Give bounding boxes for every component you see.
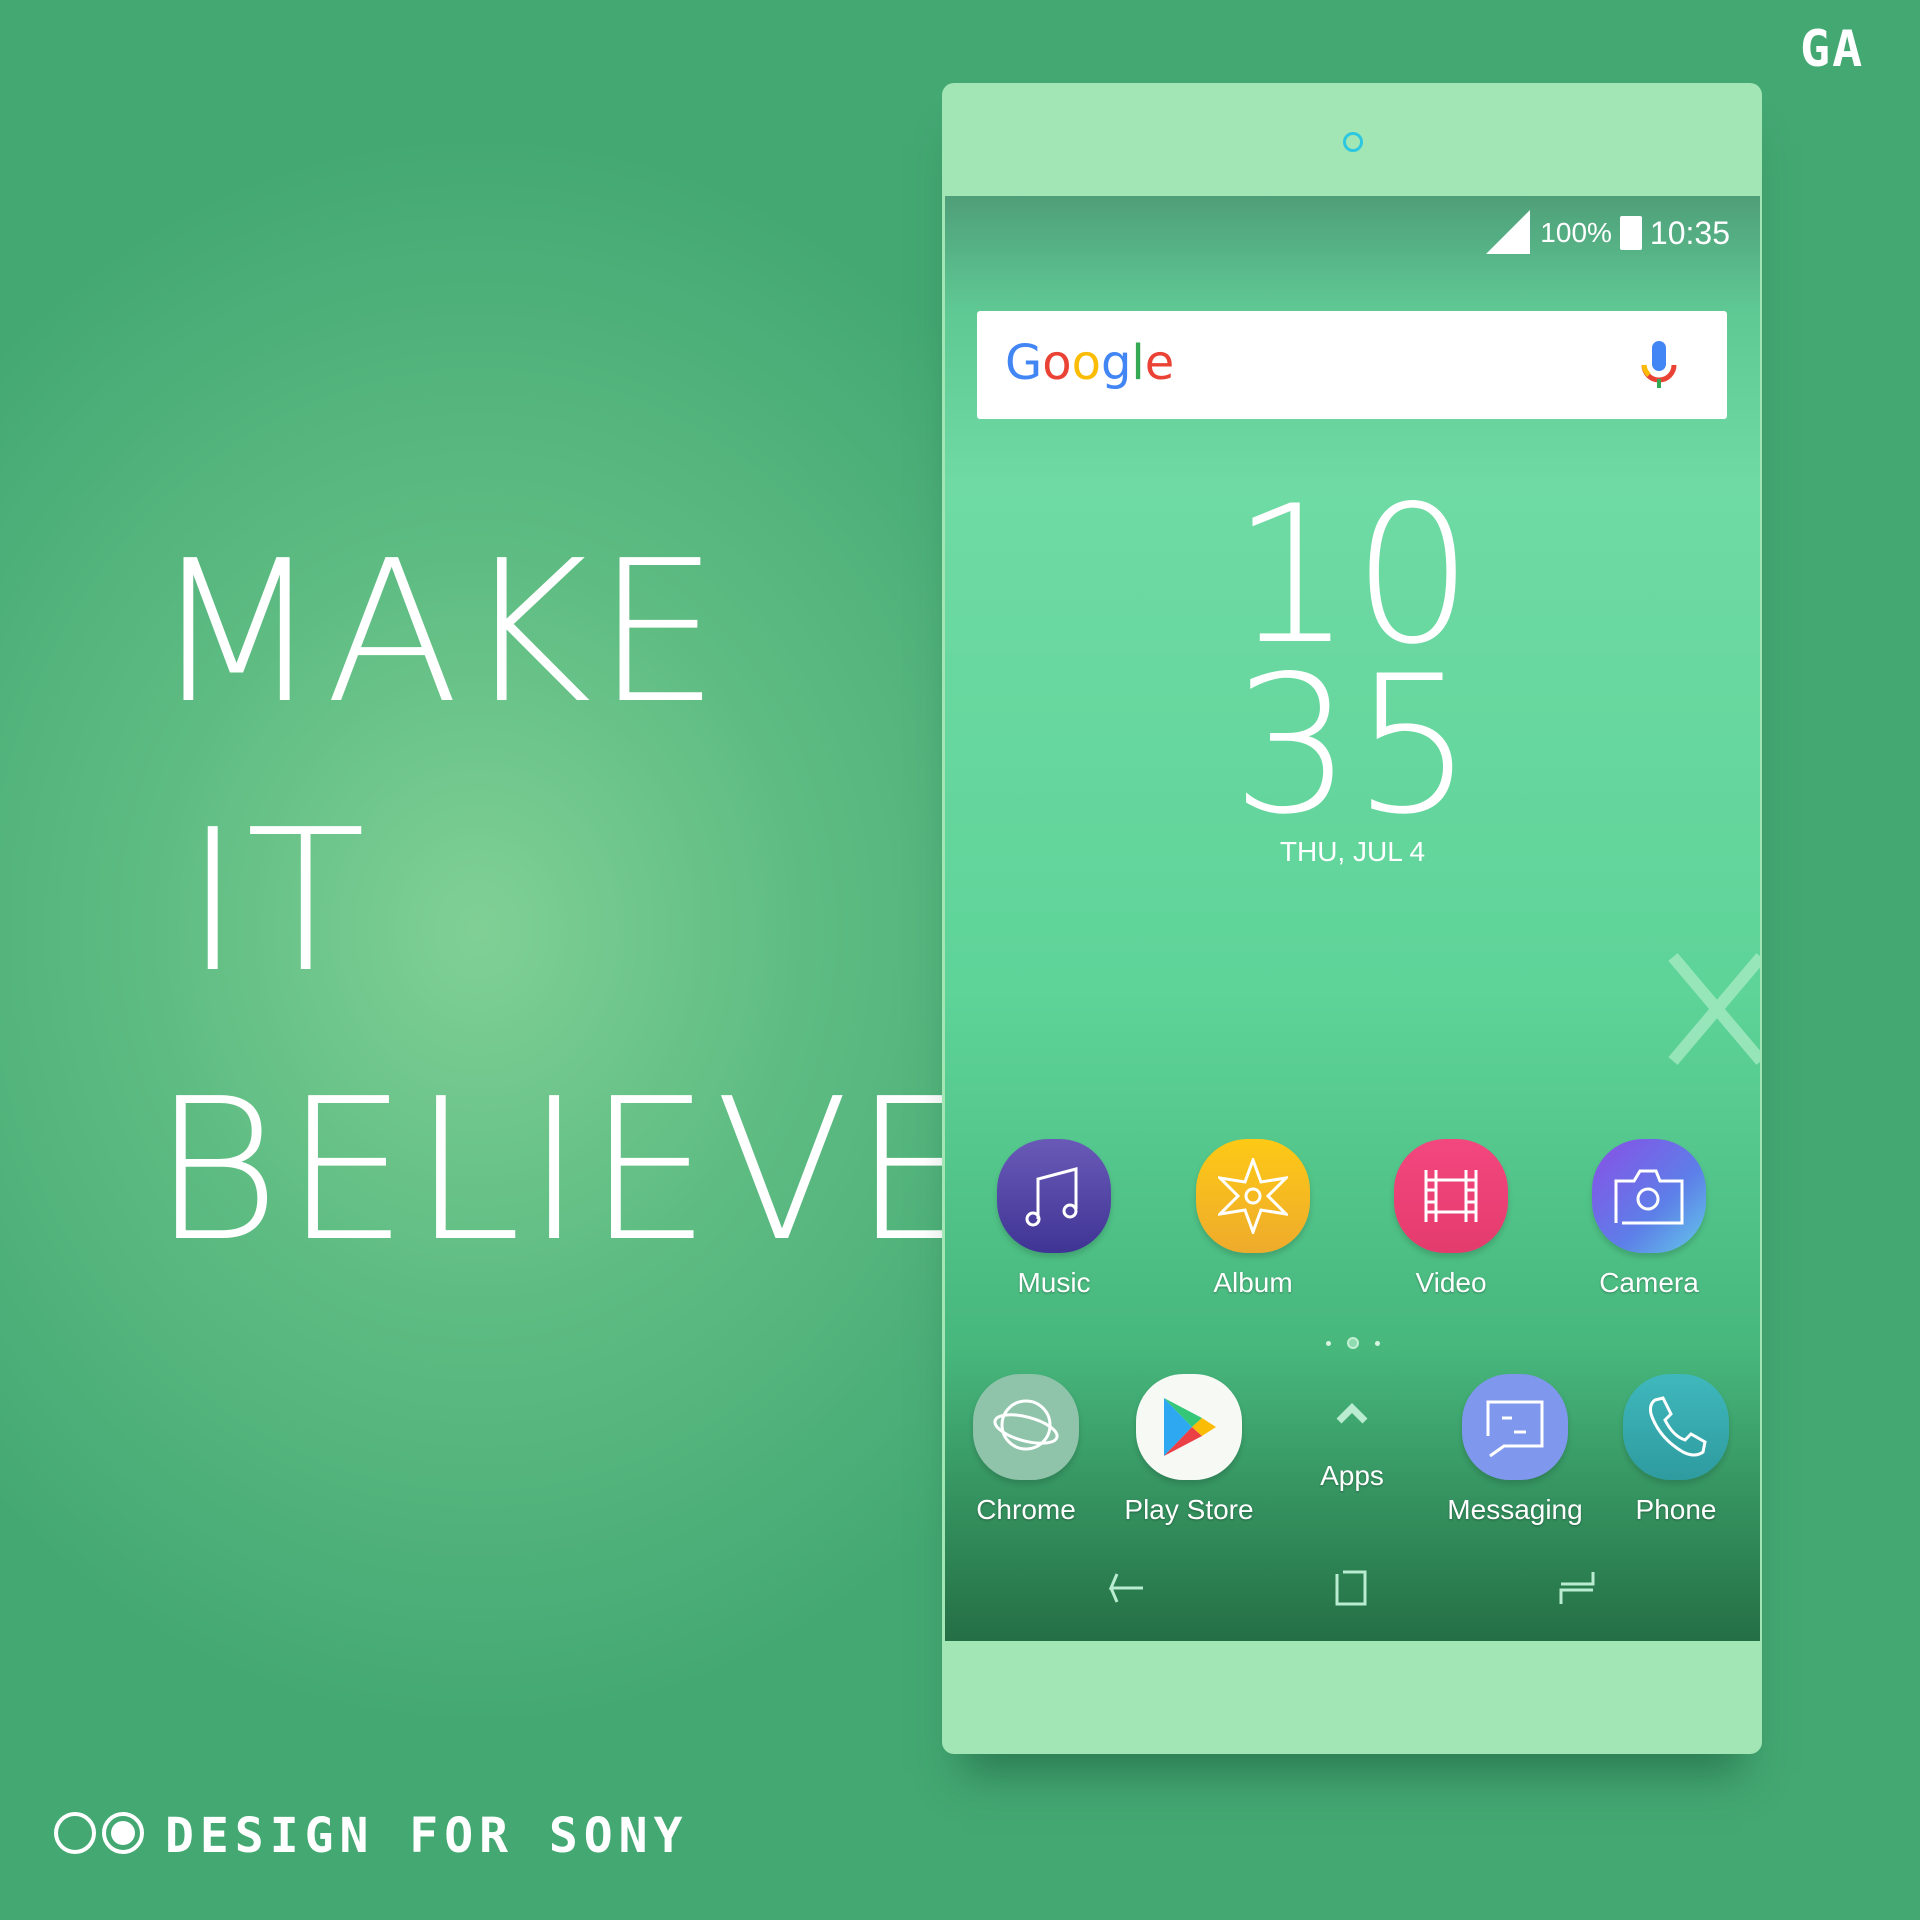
front-camera-icon	[1343, 132, 1363, 152]
app-messaging[interactable]: Messaging	[1425, 1374, 1605, 1526]
chevron-up-icon	[1336, 1403, 1368, 1424]
battery-percent: 100%	[1540, 217, 1612, 248]
album-icon	[1196, 1139, 1310, 1253]
xperia-x-logo	[1668, 953, 1760, 1065]
play-store-icon	[1136, 1374, 1242, 1480]
home-button[interactable]	[1335, 1570, 1369, 1606]
app-label: Chrome	[976, 1494, 1076, 1525]
clock-minute: 35	[1231, 635, 1474, 856]
mic-icon[interactable]	[1641, 341, 1677, 389]
app-music[interactable]: Music	[964, 1139, 1144, 1299]
app-label: Video	[1415, 1267, 1487, 1298]
app-phone[interactable]: Phone	[1586, 1374, 1760, 1526]
footer-text: DESIGN FOR SONY	[165, 1808, 689, 1864]
app-label: Apps	[1320, 1460, 1384, 1491]
phone-screen: 100% 10:35 Google 10 35 THU, JUL 4 Music…	[945, 196, 1760, 1641]
google-search-bar[interactable]: Google	[977, 311, 1727, 419]
message-icon	[1462, 1374, 1568, 1480]
camera-icon	[1592, 1139, 1706, 1253]
music-icon	[997, 1139, 1111, 1253]
app-album[interactable]: Album	[1163, 1139, 1343, 1299]
browser-icon	[973, 1374, 1079, 1480]
page-dot[interactable]	[1374, 1340, 1380, 1346]
brand-mark: GA	[1800, 20, 1865, 78]
slogan-line-2: IT	[184, 788, 370, 1016]
page-indicator	[945, 1337, 1760, 1349]
app-label: Phone	[1635, 1494, 1717, 1525]
app-camera[interactable]: Camera	[1559, 1139, 1739, 1299]
signal-icon	[1486, 210, 1531, 254]
video-icon	[1394, 1139, 1508, 1253]
app-label: Play Store	[1124, 1494, 1254, 1525]
status-bar: 100% 10:35	[1484, 210, 1730, 256]
recents-button[interactable]	[1559, 1570, 1595, 1606]
app-label: Album	[1213, 1267, 1293, 1298]
app-drawer-button[interactable]: Apps	[1262, 1401, 1442, 1492]
app-video[interactable]: Video	[1361, 1139, 1541, 1299]
page-dot-current[interactable]	[1346, 1337, 1359, 1349]
battery-icon	[1619, 216, 1642, 250]
slogan-line-3: BELIEVE	[152, 1057, 981, 1285]
status-time: 10:35	[1649, 214, 1730, 251]
app-play-store[interactable]: Play Store	[1099, 1374, 1279, 1526]
google-logo: Google	[1005, 335, 1175, 391]
page-dot[interactable]	[1325, 1340, 1331, 1346]
slogan-line-1: MAKE	[152, 519, 724, 747]
sony-circles-icon	[54, 1812, 144, 1854]
app-chrome[interactable]: Chrome	[945, 1374, 1116, 1526]
back-button[interactable]	[1107, 1570, 1147, 1606]
phone-icon	[1623, 1374, 1729, 1480]
app-label: Camera	[1599, 1267, 1699, 1298]
app-label: Music	[1017, 1267, 1091, 1298]
clock-date: THU, JUL 4	[1279, 836, 1426, 867]
app-label: Messaging	[1447, 1494, 1583, 1525]
